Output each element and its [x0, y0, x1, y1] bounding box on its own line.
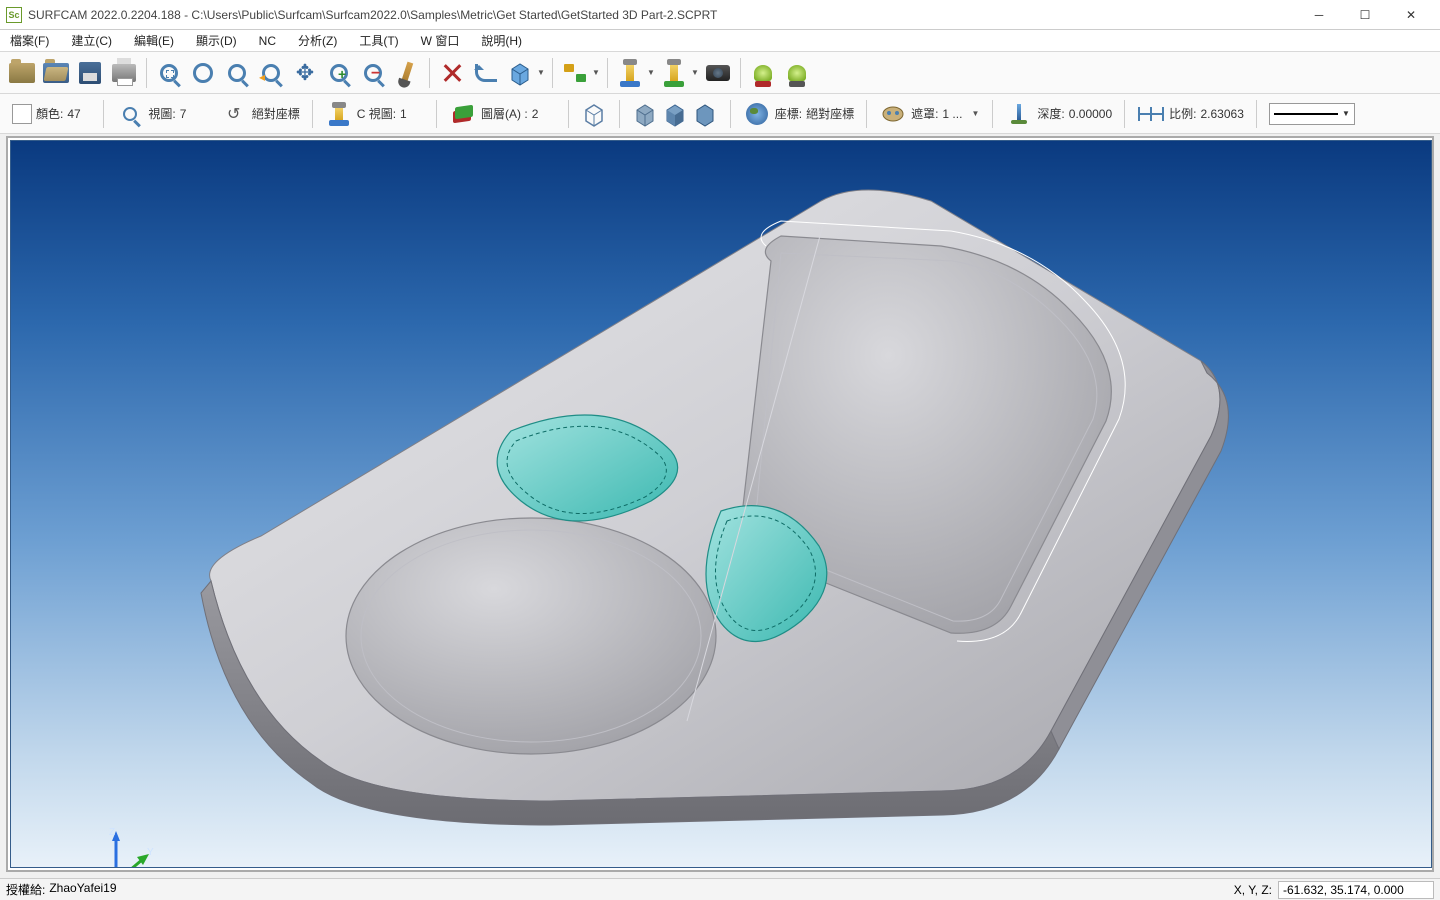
menu-nc[interactable]: NC [255, 32, 280, 50]
svg-text:Y: Y [147, 847, 154, 858]
light-red-button[interactable] [747, 57, 779, 89]
coord-readout-label: X, Y, Z: [1234, 883, 1272, 897]
cview-icon[interactable] [325, 100, 353, 128]
layers-icon[interactable] [449, 100, 477, 128]
open-file-button[interactable] [40, 57, 72, 89]
3d-viewport[interactable]: Z Y X [10, 140, 1432, 868]
license-value: ZhaoYafei19 [49, 881, 116, 898]
camera-button[interactable] [702, 57, 734, 89]
menu-display[interactable]: 顯示(D) [192, 30, 241, 51]
tool-green-button[interactable] [658, 57, 690, 89]
toolbar-separator [146, 58, 147, 88]
solid-1-button[interactable] [504, 57, 536, 89]
view-label: 視圖: [148, 105, 175, 122]
toolbar-separator [552, 58, 553, 88]
cview-label: C 視圖: [357, 105, 396, 122]
svg-text:Z: Z [109, 827, 115, 838]
close-button[interactable]: ✕ [1388, 0, 1434, 30]
view-value[interactable]: 7 [180, 107, 204, 121]
zoom-rotate-button[interactable] [187, 57, 219, 89]
shaded-cube-1-icon[interactable] [632, 101, 658, 127]
dropdown-arrow-icon[interactable]: ▼ [536, 57, 546, 89]
coordspace-value[interactable]: 絕對座標 [806, 105, 854, 122]
main-toolbar: ◂ ✥ + − ▼ ▼ ▼ ▼ [0, 52, 1440, 94]
maximize-button[interactable]: ☐ [1342, 0, 1388, 30]
app-icon: Sc [6, 7, 22, 23]
layer-value[interactable]: 2 [532, 107, 556, 121]
depth-label: 深度: [1037, 105, 1064, 122]
mask-label: 遮罩: [911, 105, 938, 122]
delete-button[interactable] [436, 57, 468, 89]
window-title: SURFCAM 2022.0.2204.188 - C:\Users\Publi… [28, 8, 1296, 22]
mask-icon[interactable] [879, 100, 907, 128]
redraw-button[interactable] [391, 57, 423, 89]
zoom-window-button[interactable] [221, 57, 253, 89]
new-file-button[interactable] [6, 57, 38, 89]
shaded-cube-3-icon[interactable] [692, 101, 718, 127]
zoom-fit-button[interactable] [153, 57, 185, 89]
toolbar-separator [607, 58, 608, 88]
cview-value[interactable]: 1 [400, 107, 424, 121]
viewport-frame: Z Y X [6, 136, 1434, 872]
zoom-out-button[interactable]: − [357, 57, 389, 89]
menu-edit[interactable]: 編輯(E) [130, 30, 178, 51]
light-gray-button[interactable] [781, 57, 813, 89]
menu-create[interactable]: 建立(C) [67, 30, 116, 51]
tree-1-button[interactable] [559, 57, 591, 89]
menu-analyze[interactable]: 分析(Z) [294, 30, 341, 51]
dropdown-arrow-icon[interactable]: ▼ [690, 57, 700, 89]
color-swatch[interactable] [12, 104, 32, 124]
tool-blue-button[interactable] [614, 57, 646, 89]
color-label: 顏色: [36, 105, 63, 122]
menu-window[interactable]: W 窗口 [417, 30, 464, 51]
menu-tools[interactable]: 工具(T) [355, 30, 402, 51]
coord-readout-value: -61.632, 35.174, 0.000 [1278, 881, 1434, 899]
shaded-cube-2-icon[interactable] [662, 101, 688, 127]
coord-label: 絕對座標 [252, 105, 300, 122]
title-bar: Sc SURFCAM 2022.0.2204.188 - C:\Users\Pu… [0, 0, 1440, 30]
view-icon[interactable] [116, 100, 144, 128]
minimize-button[interactable]: ─ [1296, 0, 1342, 30]
scale-value[interactable]: 2.63063 [1201, 107, 1244, 121]
coord-icon[interactable]: ↺ [220, 100, 248, 128]
pan-button[interactable]: ✥ [289, 57, 321, 89]
wireframe-cube-icon[interactable] [581, 101, 607, 127]
scale-icon[interactable] [1137, 100, 1165, 128]
depth-icon[interactable] [1005, 100, 1033, 128]
layer-label: 圖層(A) : [481, 105, 528, 122]
dropdown-arrow-icon[interactable]: ▼ [591, 57, 601, 89]
mask-value[interactable]: 1 ... [942, 107, 966, 121]
menu-file[interactable]: 檔案(F) [6, 30, 53, 51]
print-button[interactable] [108, 57, 140, 89]
dropdown-arrow-icon[interactable]: ▼ [970, 98, 980, 130]
undo-button[interactable] [470, 57, 502, 89]
cube-icon [507, 60, 533, 86]
color-value[interactable]: 47 [67, 107, 91, 121]
dropdown-arrow-icon[interactable]: ▼ [646, 57, 656, 89]
license-label: 授權給: [6, 881, 45, 898]
scale-label: 比例: [1169, 105, 1196, 122]
zoom-in-button[interactable]: + [323, 57, 355, 89]
menu-help[interactable]: 說明(H) [477, 30, 526, 51]
linetype-selector[interactable]: ▼ [1269, 103, 1355, 125]
depth-value[interactable]: 0.00000 [1069, 107, 1112, 121]
globe-icon[interactable] [743, 100, 771, 128]
save-button[interactable] [74, 57, 106, 89]
toolbar-separator [429, 58, 430, 88]
part-render [11, 141, 1431, 868]
coordspace-label: 座標: [775, 105, 802, 122]
toolbar-separator [740, 58, 741, 88]
properties-toolbar: 顏色: 47 視圖: 7 ↺ 絕對座標 C 視圖: 1 圖層(A) : 2 座標… [0, 94, 1440, 134]
zoom-previous-button[interactable]: ◂ [255, 57, 287, 89]
status-bar: 授權給: ZhaoYafei19 X, Y, Z: -61.632, 35.17… [0, 878, 1440, 900]
menu-bar: 檔案(F) 建立(C) 編輯(E) 顯示(D) NC 分析(Z) 工具(T) W… [0, 30, 1440, 52]
